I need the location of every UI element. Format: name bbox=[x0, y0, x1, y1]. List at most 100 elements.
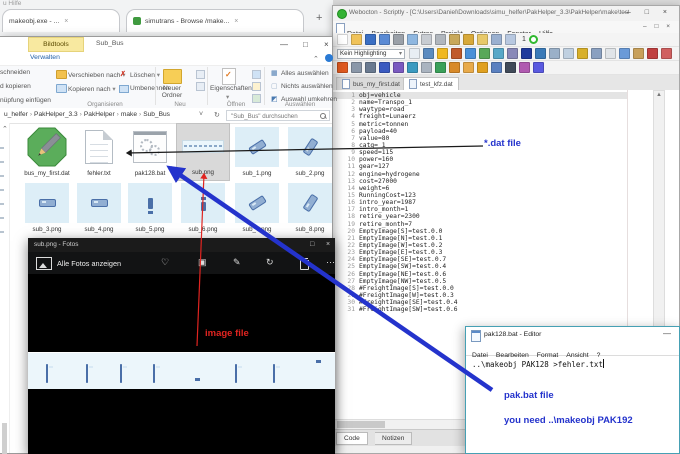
brackets-icon[interactable] bbox=[421, 62, 432, 73]
properties-dropdown-icon[interactable]: ▾ bbox=[226, 93, 229, 101]
explorer-titlebar[interactable]: Bildtools Sub_Bus — □ × bbox=[0, 37, 332, 53]
script-icon[interactable] bbox=[379, 62, 390, 73]
refresh-icon[interactable]: ↻ bbox=[214, 111, 220, 119]
tab-code[interactable]: Code bbox=[336, 432, 368, 445]
new-tab-button[interactable]: + bbox=[316, 12, 322, 24]
ribbon-paste-shortcut-label[interactable]: nüpfung einfügen bbox=[0, 97, 51, 104]
star-icon[interactable] bbox=[437, 48, 448, 59]
brush-icon[interactable] bbox=[633, 48, 644, 59]
list-icon[interactable] bbox=[479, 48, 490, 59]
scriptly-titlebar[interactable]: Webocton - Scriptly - [C:\Users\Daniel\D… bbox=[333, 6, 679, 22]
breadcrumb-Sub_Bus[interactable]: Sub_Bus bbox=[143, 111, 170, 118]
file-sub-7-png[interactable]: sub_7.png bbox=[231, 181, 283, 237]
screen-icon[interactable] bbox=[505, 62, 516, 73]
link2-icon[interactable] bbox=[463, 62, 474, 73]
breadcrumb-PakHelper_3.3[interactable]: PakHelper_3.3 bbox=[34, 111, 78, 118]
maximize-button[interactable]: □ bbox=[310, 241, 314, 248]
more-icon[interactable]: ⋯ bbox=[326, 257, 335, 268]
open-icon[interactable] bbox=[252, 70, 261, 79]
font-icon[interactable] bbox=[521, 48, 532, 59]
ribbon-tab-verwalten[interactable]: Verwalten bbox=[30, 54, 60, 61]
tab-close-icon[interactable]: × bbox=[64, 18, 68, 25]
preview-icon[interactable] bbox=[407, 34, 418, 45]
share-icon[interactable]: ♡ bbox=[161, 257, 169, 268]
file-sub-4-png[interactable]: sub_4.png bbox=[73, 181, 125, 237]
file-sub-5-png[interactable]: sub_5.png bbox=[124, 181, 176, 237]
doc-icon[interactable] bbox=[605, 48, 616, 59]
ribbon-collapse-icon[interactable]: ⌃ bbox=[313, 55, 319, 63]
breadcrumb-PakHelper[interactable]: PakHelper bbox=[84, 111, 115, 118]
outdent-icon[interactable] bbox=[505, 34, 516, 45]
redo-icon[interactable] bbox=[477, 34, 488, 45]
properties-button[interactable]: Eigenschaften bbox=[210, 85, 252, 92]
scroll-up-icon[interactable]: ⌃ bbox=[2, 125, 8, 133]
delete-icon[interactable] bbox=[300, 260, 309, 270]
minimize-button[interactable]: — bbox=[663, 329, 671, 338]
help-icon[interactable] bbox=[325, 54, 333, 62]
sprite-sheet-image[interactable] bbox=[28, 352, 335, 389]
file-sub-6-png[interactable]: sub_6.png bbox=[177, 181, 229, 237]
bookmark-icon[interactable] bbox=[451, 48, 462, 59]
photos-titlebar[interactable]: sub.png - Fotos □ × bbox=[28, 238, 335, 252]
browser-tab-makeobj[interactable]: makeobj.exe - ... × bbox=[2, 9, 120, 32]
ribbon-copypath-label[interactable]: d kopieren bbox=[0, 83, 31, 90]
paste-icon[interactable] bbox=[449, 34, 460, 45]
notepad-text-area[interactable]: ..\makeobj PAK128 >fehler.txt bbox=[472, 359, 604, 369]
shield-icon[interactable] bbox=[477, 62, 488, 73]
image-icon[interactable] bbox=[619, 48, 630, 59]
highlighting-dropdown[interactable]: Kein Highlighting▾ bbox=[337, 49, 405, 59]
cut2-icon[interactable] bbox=[351, 62, 362, 73]
ribbon-cut-label[interactable]: schneiden bbox=[0, 69, 30, 76]
notepad-titlebar[interactable]: pak128.bat - Editor — bbox=[466, 327, 679, 342]
layout-icon[interactable] bbox=[591, 48, 602, 59]
menu-datei[interactable]: Datei bbox=[472, 352, 488, 359]
link-icon[interactable] bbox=[449, 62, 460, 73]
window-controls[interactable]: — □ × bbox=[624, 9, 673, 16]
list2-icon[interactable] bbox=[365, 62, 376, 73]
search-input[interactable] bbox=[229, 111, 321, 122]
select-all-button[interactable]: Alles auswählen bbox=[281, 70, 329, 77]
rotate-icon[interactable]: ↻ bbox=[266, 257, 274, 268]
minimize-button[interactable]: — bbox=[280, 40, 288, 49]
palette-icon[interactable] bbox=[577, 48, 588, 59]
grid-icon[interactable] bbox=[549, 48, 560, 59]
new-item-icon[interactable] bbox=[196, 70, 205, 79]
checkbox-icon[interactable] bbox=[409, 48, 420, 59]
copy-to-button[interactable]: Kopieren nach ▾ bbox=[68, 85, 116, 93]
scrollbar-thumb[interactable] bbox=[337, 421, 385, 428]
browser-tab-simutrans[interactable]: simutrans - Browse /make... × bbox=[126, 9, 304, 32]
copy-icon[interactable] bbox=[435, 34, 446, 45]
new-file-icon[interactable] bbox=[337, 34, 348, 45]
file-sub-8-png[interactable]: sub_8.png bbox=[284, 181, 336, 237]
print-icon[interactable] bbox=[393, 34, 404, 45]
script2-icon[interactable] bbox=[393, 62, 404, 73]
file-sub-2-png[interactable]: sub_2.png bbox=[284, 125, 336, 181]
columns-icon[interactable] bbox=[491, 62, 502, 73]
edit-icon[interactable] bbox=[252, 82, 261, 91]
breadcrumb-u_helfer[interactable]: u_helfer bbox=[4, 111, 28, 118]
move-to-button[interactable]: Verschieben nach ▾ bbox=[68, 71, 126, 79]
table2-icon[interactable] bbox=[519, 62, 530, 73]
file-sub-png-selected[interactable]: sub.png bbox=[177, 124, 229, 180]
nav-scrollbar-thumb[interactable] bbox=[2, 423, 7, 454]
undo-icon[interactable] bbox=[463, 34, 474, 45]
tab-notizen[interactable]: Notizen bbox=[375, 432, 412, 445]
menu-bearbeiten[interactable]: Bearbeiten bbox=[496, 352, 529, 359]
indent-icon[interactable] bbox=[491, 34, 502, 45]
tab-close-icon[interactable]: × bbox=[234, 18, 238, 25]
file-fehler-txt[interactable]: fehler.txt bbox=[73, 125, 125, 181]
easy-access-icon[interactable] bbox=[196, 82, 205, 91]
sitemap-icon[interactable] bbox=[337, 62, 348, 73]
mdi-window-controls[interactable]: – □ × bbox=[643, 23, 673, 30]
edit-icon[interactable]: ✎ bbox=[233, 257, 241, 268]
file-sub-1-png[interactable]: sub_1.png bbox=[231, 125, 283, 181]
search-box[interactable] bbox=[226, 110, 330, 121]
breadcrumb[interactable]: u_helfer›PakHelper_3.3›PakHelper›make›Su… bbox=[4, 111, 170, 118]
comment-icon[interactable] bbox=[647, 48, 658, 59]
comment2-icon[interactable] bbox=[661, 48, 672, 59]
address-dropdown-icon[interactable]: ˅ bbox=[199, 111, 203, 118]
all-photos-button[interactable]: Alle Fotos anzeigen bbox=[57, 259, 121, 268]
slideshow-icon[interactable]: ▣ bbox=[198, 257, 207, 268]
open-icon[interactable] bbox=[351, 34, 362, 45]
file-sub-3-png[interactable]: sub_3.png bbox=[21, 181, 73, 237]
